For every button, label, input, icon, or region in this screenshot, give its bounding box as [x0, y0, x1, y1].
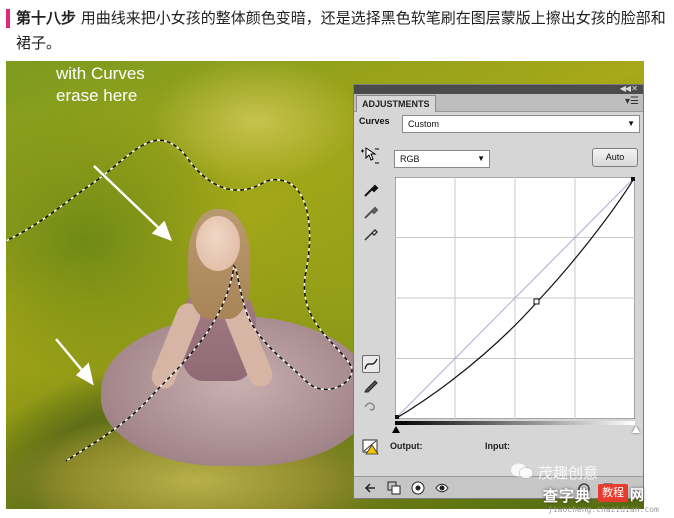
step-paragraph: 第十八步 用曲线来把小女孩的整体颜色变暗，还是选择黑色软笔刷在图层蒙版上擦出女孩… [16, 6, 666, 56]
panel-titlebar: ◀◀ ✕ [354, 84, 643, 94]
annotation-line-2: erase here [56, 86, 138, 105]
step-accent-bar [6, 9, 10, 28]
watermark-net: 网 [630, 488, 644, 504]
channel-dropdown[interactable]: RGB ▼ [394, 150, 490, 168]
watermark-wechat-text: 茂趣创意 [538, 464, 599, 482]
watermark-site-name: 查字典 [543, 487, 592, 505]
output-label: Output: [390, 441, 423, 451]
chevron-down-icon: ▼ [477, 154, 485, 163]
smooth-icon[interactable] [362, 397, 380, 415]
eyedropper-white-icon[interactable] [362, 225, 380, 243]
arrow-top [93, 165, 173, 242]
curve-point-icon[interactable] [362, 355, 380, 373]
watermark-url: jiaocheng.chazidian.com [548, 505, 659, 514]
adjustments-panel: ◀◀ ✕ ADJUSTMENTS ▾☰ Curves Custom ▼ RGB … [353, 84, 644, 499]
target-adjust-icon[interactable] [360, 145, 382, 167]
channel-value: RGB [400, 154, 420, 164]
eyedropper-black-icon[interactable] [362, 181, 380, 199]
visibility-eye-icon[interactable] [410, 480, 426, 496]
step-title: 第十八步 [16, 9, 77, 27]
wechat-logo-icon [510, 462, 534, 480]
back-arrow-icon[interactable] [362, 480, 378, 496]
curve-endpoint-white [631, 177, 635, 181]
input-label: Input: [485, 441, 510, 451]
panel-menu-icon[interactable]: ▾☰ [625, 96, 639, 107]
black-point-slider[interactable] [392, 426, 400, 433]
curves-graph[interactable] [395, 177, 635, 419]
tab-adjustments[interactable]: ADJUSTMENTS [356, 95, 436, 112]
preset-value: Custom [408, 119, 440, 129]
annotation-line-1: with Curves [56, 64, 145, 83]
curves-label: Curves [359, 116, 390, 126]
panel-tab-row: ADJUSTMENTS ▾☰ [354, 94, 643, 112]
collapse-panel-icon[interactable]: ◀◀ ✕ [620, 84, 638, 94]
pencil-icon[interactable] [362, 376, 380, 394]
curve-point [533, 298, 540, 305]
photo-annotation: with Curves erase here [56, 63, 145, 107]
white-point-slider[interactable] [632, 426, 640, 433]
clipping-warning-icon[interactable] [362, 438, 380, 456]
arrow-bottom [55, 338, 94, 386]
selection-marquee [6, 139, 353, 462]
input-gradient-bar [395, 421, 635, 425]
step-description: 用曲线来把小女孩的整体颜色变暗，还是选择黑色软笔刷在图层蒙版上擦出女孩的脸部和裙… [16, 9, 666, 52]
eyedropper-gray-icon[interactable] [362, 203, 380, 221]
curve-endpoint-black [395, 415, 399, 419]
preset-dropdown[interactable]: Custom ▼ [402, 115, 640, 133]
watermark-badge: 教程 [598, 484, 628, 502]
previous-state-icon[interactable] [434, 480, 450, 496]
auto-button[interactable]: Auto [592, 148, 638, 167]
clip-layer-icon[interactable] [386, 480, 402, 496]
chevron-down-icon: ▼ [627, 119, 635, 128]
